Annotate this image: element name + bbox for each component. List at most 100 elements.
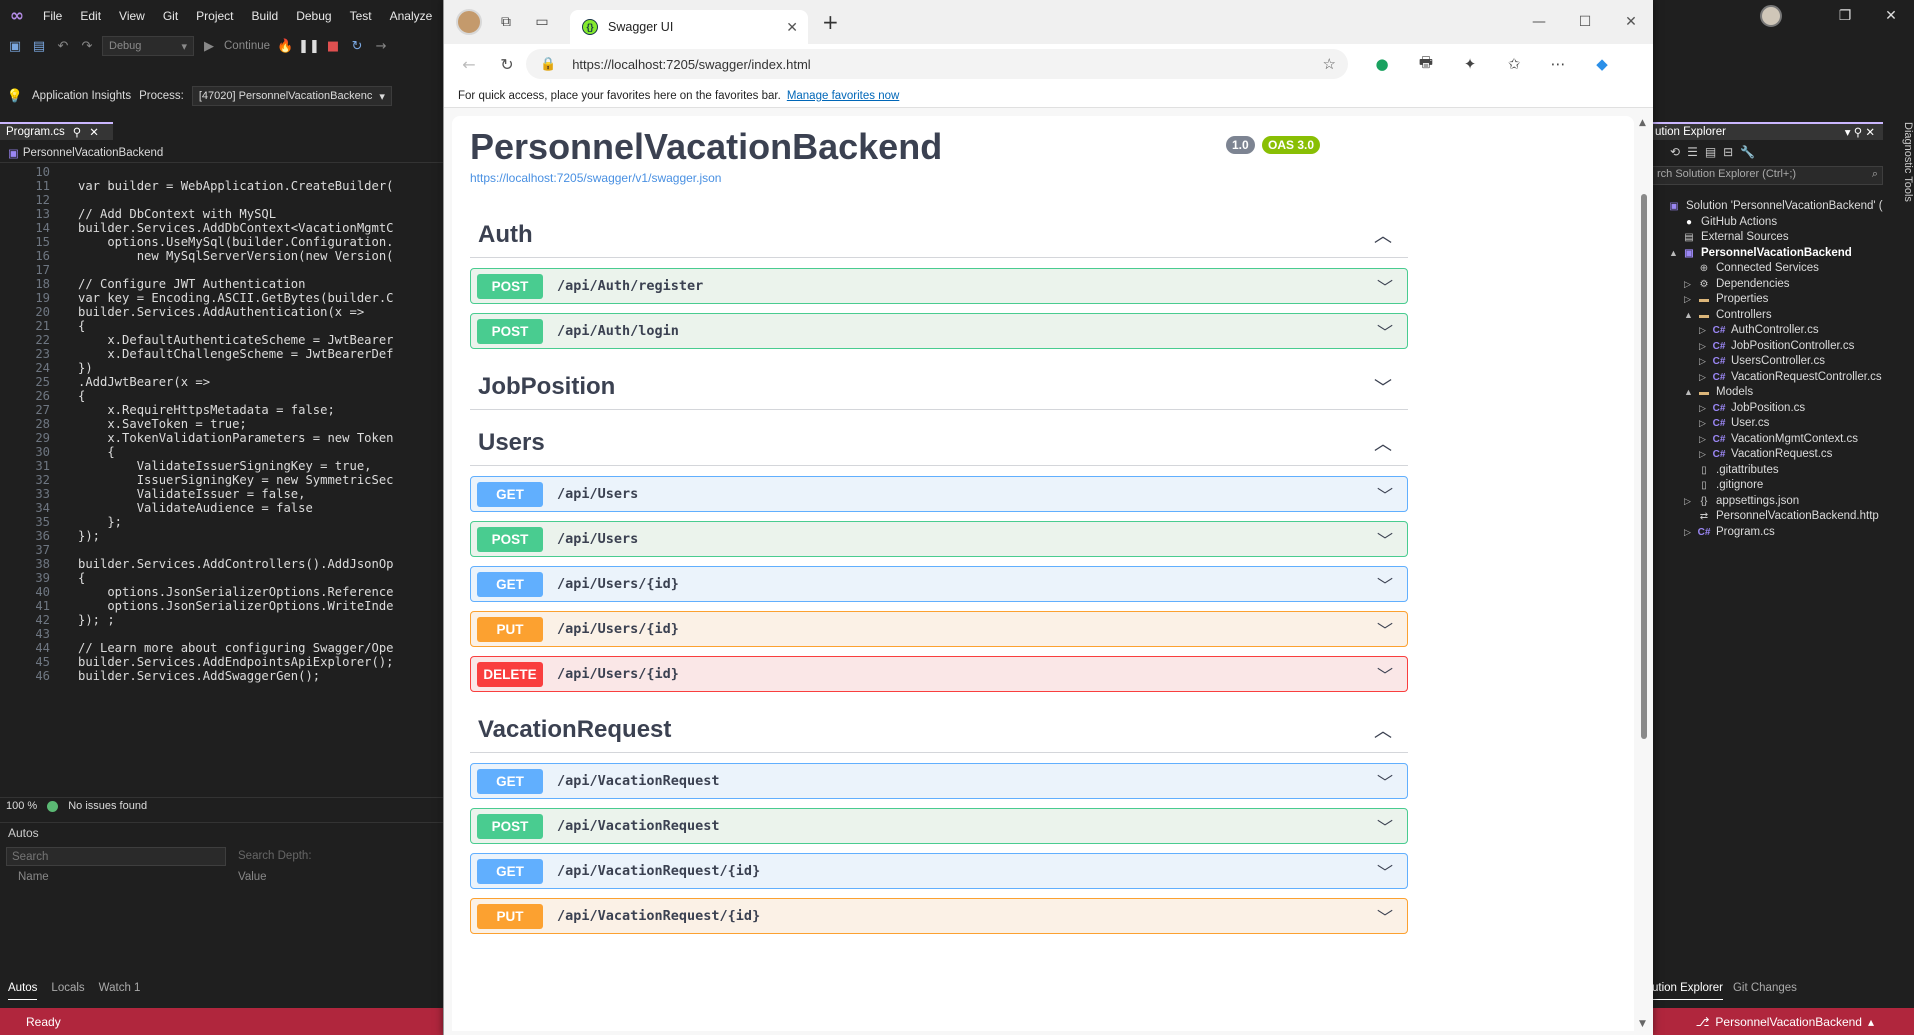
extensions-puzzle-icon[interactable]: ✦: [1456, 55, 1484, 73]
step-over-icon[interactable]: →: [372, 37, 390, 55]
tab-swagger-ui[interactable]: {} Swagger UI ✕: [570, 10, 808, 44]
tag-section-vacationrequest[interactable]: VacationRequest ︿: [470, 707, 1408, 753]
restore-icon[interactable]: ❐: [1822, 8, 1868, 24]
undo-icon[interactable]: ↶: [54, 37, 72, 55]
autos-search-input[interactable]: [6, 847, 226, 866]
operation-row[interactable]: POST/api/Users ﹀: [470, 521, 1408, 557]
close-icon[interactable]: ✕: [1868, 8, 1914, 24]
tab-watch-1[interactable]: Watch 1: [99, 982, 141, 1000]
tag-section-jobposition[interactable]: JobPosition ﹀: [470, 364, 1408, 410]
operation-row[interactable]: POST/api/VacationRequest ﹀: [470, 808, 1408, 844]
sync-icon[interactable]: ⟲: [1670, 145, 1680, 159]
search-icon[interactable]: ⌕: [1872, 168, 1878, 183]
chevron-down-icon[interactable]: ﹀: [1374, 374, 1392, 400]
minimize-icon[interactable]: —: [1516, 14, 1562, 30]
chevron-down-icon[interactable]: ﹀: [1377, 274, 1393, 298]
continue-button[interactable]: Continue: [224, 40, 270, 52]
close-tab-icon[interactable]: ✕: [89, 125, 99, 139]
process-dropdown[interactable]: [47020] PersonnelVacationBackenc ▾: [191, 86, 392, 106]
diagnostic-tools-tab[interactable]: Diagnostic Tools: [1890, 122, 1914, 202]
operation-row[interactable]: PUT/api/Users/{id} ﹀: [470, 611, 1408, 647]
new-tab-icon[interactable]: +: [822, 10, 839, 34]
collapse-all-icon[interactable]: ☰: [1687, 145, 1698, 159]
copilot-icon[interactable]: ◆: [1588, 55, 1616, 73]
chevron-down-icon[interactable]: ﹀: [1377, 572, 1393, 596]
page-scrollbar[interactable]: ▲ ▼: [1638, 116, 1650, 1031]
chevron-down-icon[interactable]: ﹀: [1377, 904, 1393, 928]
manage-favorites-link[interactable]: Manage favorites now: [787, 90, 900, 102]
chevron-down-icon[interactable]: ﹀: [1377, 814, 1393, 838]
tab-solution-explorer[interactable]: ution Explorer: [1652, 982, 1723, 1000]
more-options-icon[interactable]: ⋯: [1544, 55, 1572, 73]
continue-icon[interactable]: ▶: [200, 37, 218, 55]
refresh-icon[interactable]: ↻: [488, 55, 526, 74]
configuration-dropdown[interactable]: Debug ▾: [102, 36, 194, 56]
scroll-down-icon[interactable]: ▼: [1639, 1019, 1646, 1029]
extension-icon[interactable]: ●: [1368, 55, 1396, 73]
menu-view[interactable]: View: [110, 0, 154, 32]
tab-autos[interactable]: Autos: [8, 982, 38, 1000]
menu-debug[interactable]: Debug: [287, 0, 340, 32]
chevron-up-icon[interactable]: ▴: [1868, 1015, 1874, 1029]
workspaces-icon[interactable]: ⧉: [488, 14, 524, 30]
pin-icon[interactable]: ⚲: [73, 125, 81, 139]
status-project[interactable]: PersonnelVacationBackend: [1715, 1015, 1862, 1029]
menu-build[interactable]: Build: [243, 0, 288, 32]
close-window-icon[interactable]: ✕: [1608, 14, 1653, 30]
chevron-down-icon[interactable]: ﹀: [1377, 319, 1393, 343]
printer-icon[interactable]: 🖶: [1412, 52, 1440, 77]
chevron-down-icon[interactable]: ﹀: [1377, 617, 1393, 641]
operation-row[interactable]: GET/api/VacationRequest/{id} ﹀: [470, 853, 1408, 889]
lock-icon[interactable]: 🔒: [540, 56, 556, 72]
tab-git-changes[interactable]: Git Changes: [1733, 982, 1797, 1000]
operation-row[interactable]: POST/api/Auth/login ﹀: [470, 313, 1408, 349]
operation-row[interactable]: POST/api/Auth/register ﹀: [470, 268, 1408, 304]
back-icon[interactable]: ←: [450, 55, 488, 74]
account-avatar[interactable]: [1760, 5, 1782, 27]
menu-analyze[interactable]: Analyze: [381, 0, 442, 32]
chevron-up-icon[interactable]: ︿: [1374, 717, 1392, 743]
chevron-down-icon[interactable]: ﹀: [1377, 769, 1393, 793]
tab-program-cs[interactable]: Program.cs ⚲ ✕: [0, 122, 113, 140]
scroll-up-icon[interactable]: ▲: [1639, 118, 1646, 128]
pause-icon[interactable]: ❚❚: [298, 37, 320, 55]
application-insights-button[interactable]: Application Insights: [32, 90, 131, 102]
scroll-thumb[interactable]: [1641, 194, 1647, 739]
operation-row[interactable]: GET/api/Users/{id} ﹀: [470, 566, 1408, 602]
menu-git[interactable]: Git: [154, 0, 187, 32]
code-line[interactable]: 46 builder.Services.AddSwaggerGen();: [0, 668, 445, 685]
menu-edit[interactable]: Edit: [71, 0, 110, 32]
visual-studio-logo-icon[interactable]: ∞: [0, 0, 34, 32]
save-icon[interactable]: ▣: [6, 37, 24, 55]
operation-row[interactable]: GET/api/Users ﹀: [470, 476, 1408, 512]
zoom-level[interactable]: 100 %: [6, 800, 37, 812]
favorite-star-icon[interactable]: ☆: [1323, 55, 1336, 73]
vertical-tabs-icon[interactable]: ▭: [524, 14, 560, 30]
spec-link[interactable]: https://localhost:7205/swagger/v1/swagge…: [470, 171, 721, 185]
operation-row[interactable]: GET/api/VacationRequest ﹀: [470, 763, 1408, 799]
tab-locals[interactable]: Locals: [51, 982, 84, 1000]
close-tab-icon[interactable]: ✕: [786, 19, 798, 36]
show-all-files-icon[interactable]: ▤: [1705, 145, 1716, 159]
operation-row[interactable]: PUT/api/VacationRequest/{id} ﹀: [470, 898, 1408, 934]
restart-icon[interactable]: ↻: [348, 37, 366, 55]
expander-icon[interactable]: ▷: [1684, 523, 1696, 542]
menu-file[interactable]: File: [34, 0, 71, 32]
stop-icon[interactable]: ■: [324, 37, 342, 55]
operation-row[interactable]: DELETE/api/Users/{id} ﹀: [470, 656, 1408, 692]
chevron-up-icon[interactable]: ︿: [1374, 430, 1392, 456]
chevron-down-icon[interactable]: ﹀: [1377, 859, 1393, 883]
tag-section-auth[interactable]: Auth ︿: [470, 212, 1408, 258]
maximize-icon[interactable]: ☐: [1562, 14, 1608, 30]
solution-explorer-search[interactable]: rch Solution Explorer (Ctrl+;) ⌕: [1652, 166, 1883, 185]
tree-item[interactable]: ▷ C# Program.cs: [1652, 523, 1883, 542]
chevron-up-icon[interactable]: ︿: [1374, 222, 1392, 248]
code-editor[interactable]: 10 11 var builder = WebApplication.CreateB…: [0, 164, 445, 797]
panel-options-icon[interactable]: ▾ ⚲ ✕: [1845, 125, 1875, 139]
menu-test[interactable]: Test: [341, 0, 381, 32]
chevron-down-icon[interactable]: ﹀: [1377, 482, 1393, 506]
chevron-down-icon[interactable]: ﹀: [1377, 662, 1393, 686]
chevron-down-icon[interactable]: ﹀: [1377, 527, 1393, 551]
url-field[interactable]: 🔒 https://localhost:7205/swagger/index.h…: [526, 49, 1348, 79]
editor-navigation-bar[interactable]: ▣ PersonnelVacationBackend: [0, 144, 445, 163]
